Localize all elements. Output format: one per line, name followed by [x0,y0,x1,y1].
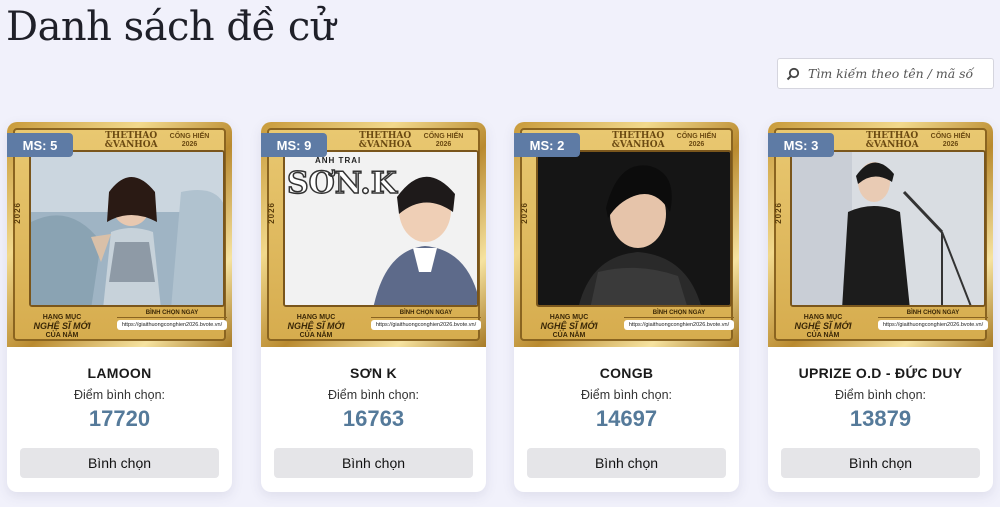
candidate-photo [536,150,732,307]
score-label: Điểm bình chọn: [580,388,673,402]
candidate-photo [29,150,225,307]
poster-vote-link: BÌNH CHỌN NGAY https://giaithuongconghie… [371,310,481,330]
poster-header-logo: THETHAO &VANHOA CỐNG HIẾN 2026 [611,131,717,150]
vote-button[interactable]: Bình chọn [274,448,473,478]
poster-year: 2026 [774,202,783,224]
candidate-card: THETHAO &VANHOA CỐNG HIẾN 2026 2026 MS: 2 … [514,122,739,492]
poster-year: 2026 [267,202,276,224]
score-label: Điểm bình chọn: [73,388,166,402]
candidate-card: THETHAO &VANHOA CỐNG HIẾN 2026 2026 MS: 3 … [768,122,993,492]
poster-subtitle: ANH TRAI [315,156,362,165]
poster-category: HẠNG MỤC NGHỆ SĨ MỚI CỦA NĂM [540,314,598,339]
poster-header-logo: THETHAO &VANHOA CỐNG HIẾN 2026 [358,131,464,150]
vote-button[interactable]: Bình chọn [781,448,980,478]
score-label: Điểm bình chọn: [327,388,420,402]
candidate-card: THETHAO &VANHOA CỐNG HIẾN 2026 2026 MS: 5 … [7,122,232,492]
candidate-poster[interactable]: THETHAO &VANHOA CỐNG HIẾN 2026 2026 ANH TR… [261,122,486,347]
candidate-name: UPRIZE O.D - ĐỨC DUY [798,365,963,381]
candidate-poster[interactable]: THETHAO &VANHOA CỐNG HIẾN 2026 2026 MS: 2 … [514,122,739,347]
candidate-photo [790,150,986,307]
candidate-name: SƠN K [350,365,397,381]
page-title: Danh sách đề cử [6,4,336,50]
poster-year: 2026 [13,202,22,224]
candidate-code-badge: MS: 9 [261,133,327,157]
poster-header-logo: THETHAO &VANHOA CỐNG HIẾN 2026 [865,131,971,150]
poster-year: 2026 [520,202,529,224]
vote-score: 13879 [849,406,912,431]
candidate-code-badge: MS: 3 [768,133,834,157]
score-label: Điểm bình chọn: [834,388,927,402]
search-input[interactable] [808,66,993,81]
poster-vote-link: BÌNH CHỌN NGAY https://giaithuongconghie… [117,310,227,330]
search-box[interactable] [777,58,994,89]
candidate-name: CONGB [599,365,654,381]
vote-score: 17720 [88,406,151,431]
candidate-name: LAMOON [87,365,152,381]
candidate-poster[interactable]: THETHAO &VANHOA CỐNG HIẾN 2026 2026 MS: 5 … [7,122,232,347]
candidate-photo: ANH TRAI SƠN.K [283,150,479,307]
vote-button[interactable]: Bình chọn [20,448,219,478]
poster-category: HẠNG MỤC NGHỆ SĨ MỚI CỦA NĂM [33,314,91,339]
poster-header-logo: THETHAO &VANHOA CỐNG HIẾN 2026 [104,131,210,150]
candidate-poster[interactable]: THETHAO &VANHOA CỐNG HIẾN 2026 2026 MS: 3 … [768,122,993,347]
poster-artist-logo: SƠN.K [286,165,397,202]
vote-score: 16763 [342,406,405,431]
search-icon [778,67,808,81]
poster-category: HẠNG MỤC NGHỆ SĨ MỚI CỦA NĂM [287,314,345,339]
poster-vote-link: BÌNH CHỌN NGAY https://giaithuongconghie… [624,310,734,330]
candidate-code-badge: MS: 2 [514,133,580,157]
candidate-code-badge: MS: 5 [7,133,73,157]
vote-button[interactable]: Bình chọn [527,448,726,478]
candidate-card: THETHAO &VANHOA CỐNG HIẾN 2026 2026 ANH TR… [261,122,486,492]
vote-score: 14697 [595,406,658,431]
poster-category: HẠNG MỤC NGHỆ SĨ MỚI CỦA NĂM [794,314,852,339]
poster-vote-link: BÌNH CHỌN NGAY https://giaithuongconghie… [878,310,988,330]
